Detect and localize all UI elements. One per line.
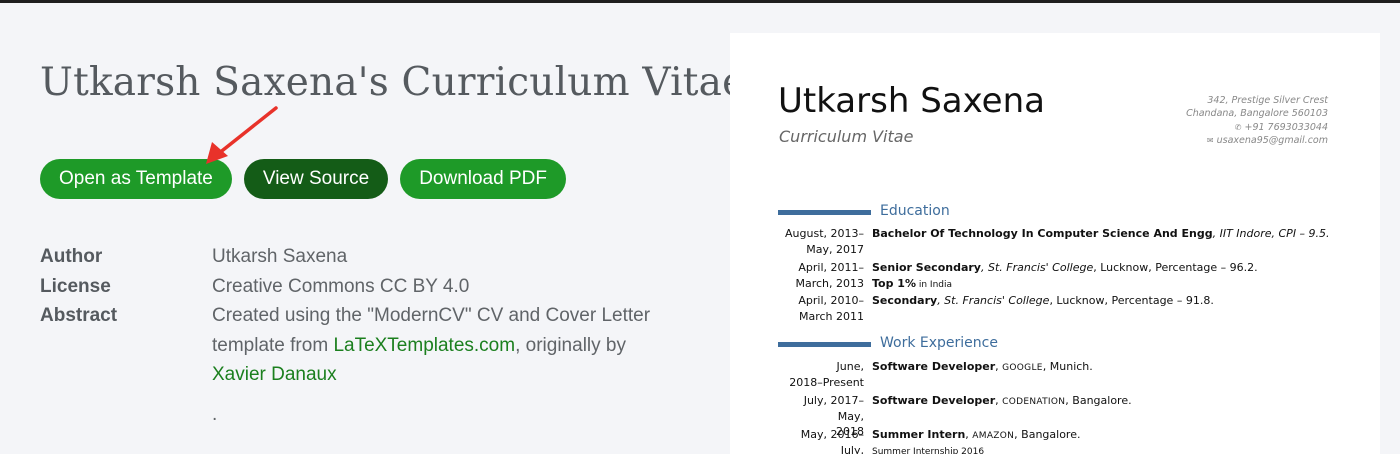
work-entry: June, 2018–Present Software Developer, Go… [778,359,1332,390]
cv-subtitle: Curriculum Vitae [779,127,914,146]
latextemplates-link[interactable]: LaTeXTemplates.com [333,335,515,356]
envelope-icon: ✉ [1206,135,1214,145]
meta-row-license: License Creative Commons CC BY 4.0 [40,272,682,302]
open-as-template-button[interactable]: Open as Template [40,159,232,199]
action-buttons: Open as Template View Source Download PD… [40,159,566,199]
cv-preview: Utkarsh Saxena Curriculum Vitae 342, Pre… [730,33,1380,454]
abstract-text: , originally by [515,334,626,356]
page-title: Utkarsh Saxena's Curriculum Vitae [40,60,746,105]
abstract-label: Abstract [40,305,118,326]
cv-address-line: Chandana, Bangalore 560103 [1186,108,1328,120]
section-bar [778,342,871,347]
work-entry: May, 2016–July,2016 Summer Intern, Amazo… [778,427,1332,454]
trailing-dot: . [212,404,218,425]
education-entry: April, 2010– March 2011 Secondary, St. Fr… [778,293,1332,324]
entry-body: Senior Secondary, St. Francis' College, … [872,261,1258,290]
entry-body: Software Developer, Google, Munich. [872,360,1093,373]
metadata-table: Author Utkarsh Saxena License Creative C… [40,242,682,390]
license-label: License [40,275,111,297]
view-source-button[interactable]: View Source [243,159,389,199]
xavier-danaux-link[interactable]: Xavier Danaux [212,364,337,385]
abstract-value: Created using the "ModernCV" CV and Cove… [212,301,682,390]
education-entry: August, 2013– May, 2017 Bachelor Of Techn… [778,226,1332,257]
entry-body: Secondary, St. Francis' College, Lucknow… [872,294,1214,307]
entry-body: Summer Intern, Amazon, Bangalore. Summer… [872,428,1081,454]
entry-date: April, 2011– March, 2013 [795,261,864,290]
phone-icon: ✆ [1234,122,1242,132]
cv-phone-number: +91 7693033044 [1244,121,1328,133]
cv-email: ✉ usaxena95@gmail.com [1186,134,1328,147]
entry-body: Bachelor Of Technology In Computer Scien… [872,227,1330,240]
cv-contact: 342, Prestige Silver Crest Chandana, Ban… [1186,94,1328,147]
author-value: Utkarsh Saxena [212,246,348,267]
license-value: Creative Commons CC BY 4.0 [212,275,470,297]
section-title-education: Education [880,203,950,219]
entry-date: August, 2013– May, 2017 [785,227,864,256]
cv-address-line: 342, Prestige Silver Crest [1207,95,1328,106]
top-border [0,0,1400,3]
author-label: Author [40,246,103,267]
meta-row-abstract: Abstract Created using the "ModernCV" CV… [40,301,682,390]
section-bar [778,210,871,215]
entry-date: April, 2010– March 2011 [798,294,864,323]
cv-phone: ✆ +91 7693033044 [1186,121,1328,134]
download-pdf-button[interactable]: Download PDF [400,159,566,199]
cv-email-address: usaxena95@gmail.com [1216,134,1328,146]
meta-row-author: Author Utkarsh Saxena [40,242,682,272]
entry-date: June, 2018–Present [789,360,864,389]
education-entry: April, 2011– March, 2013 Senior Secondary… [778,260,1332,293]
section-title-work-experience: Work Experience [880,335,998,351]
cv-name: Utkarsh Saxena [778,81,1045,121]
entry-date: May, 2016–July,2016 [800,428,864,454]
